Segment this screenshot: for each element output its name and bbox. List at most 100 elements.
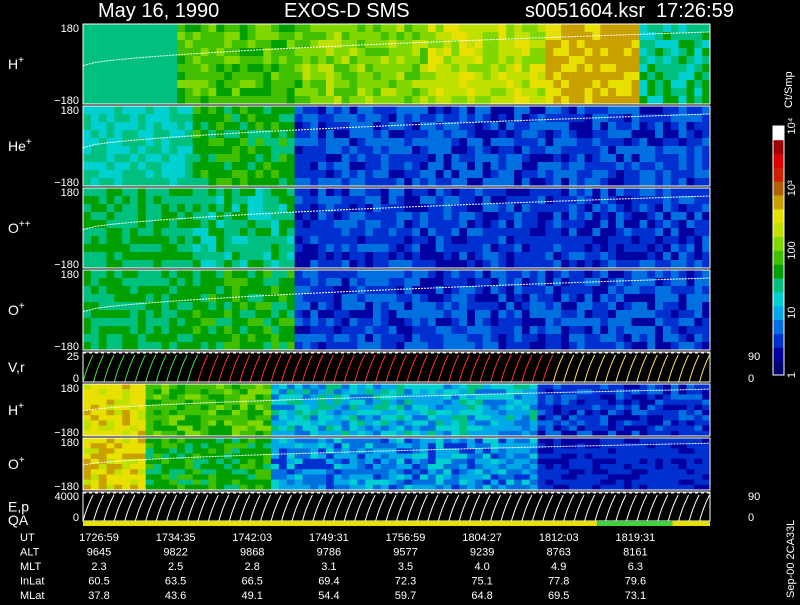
spectrogram-cell bbox=[671, 334, 679, 342]
spectrogram-cell bbox=[365, 212, 373, 220]
spectrogram-cell bbox=[498, 122, 506, 130]
spectrogram-cell bbox=[467, 474, 475, 480]
spectrogram-cell bbox=[632, 334, 640, 342]
spectrogram-cell bbox=[208, 162, 216, 170]
spectrogram-cell bbox=[616, 196, 624, 204]
spectrogram-cell bbox=[130, 286, 138, 294]
spectrogram-cell bbox=[545, 420, 553, 426]
spectrogram-cell bbox=[514, 474, 522, 480]
spectrogram-cell bbox=[491, 162, 499, 170]
spectrogram-cell bbox=[365, 318, 373, 326]
spectrogram-cell bbox=[271, 260, 279, 268]
spectrogram-cell bbox=[334, 410, 342, 416]
spectrogram-cell bbox=[216, 400, 224, 406]
spectrogram-cell bbox=[287, 138, 295, 146]
spectrogram-cell bbox=[138, 106, 146, 114]
spectrogram-cell bbox=[114, 130, 122, 138]
spectrogram-cell bbox=[451, 294, 459, 302]
spectrogram-cell bbox=[130, 474, 138, 480]
spectrogram-cell bbox=[702, 410, 710, 416]
spectrogram-cell bbox=[130, 146, 138, 154]
spectrogram-cell bbox=[248, 389, 256, 395]
spectrogram-cell bbox=[553, 204, 561, 212]
panel-label-sup: + bbox=[26, 137, 32, 148]
spectrogram-cell bbox=[373, 88, 381, 96]
spectrogram-cell bbox=[514, 415, 522, 421]
spectrogram-cell bbox=[271, 80, 279, 88]
spectrogram-cell bbox=[577, 106, 585, 114]
spectrogram-cell bbox=[608, 24, 616, 32]
spectrogram-cell bbox=[679, 448, 687, 454]
spectrogram-cell bbox=[83, 480, 91, 486]
spectrogram-cell bbox=[357, 260, 365, 268]
panel-label-base: H bbox=[8, 56, 18, 72]
spectrogram-cell bbox=[561, 318, 569, 326]
spectrogram-cell bbox=[647, 278, 655, 286]
spectrogram-cell bbox=[130, 244, 138, 252]
spectrogram-cell bbox=[498, 410, 506, 416]
spectrogram-cell bbox=[381, 80, 389, 88]
spectrogram-cell bbox=[608, 260, 616, 268]
spectrogram-cell bbox=[632, 426, 640, 432]
spectrogram-cell bbox=[561, 212, 569, 220]
spectrogram-cell bbox=[600, 410, 608, 416]
spectrogram-cell bbox=[694, 294, 702, 302]
spectrogram-cell bbox=[577, 244, 585, 252]
spectrogram-cell bbox=[530, 236, 538, 244]
spectrogram-cell bbox=[185, 32, 193, 40]
spectrogram-cell bbox=[428, 114, 436, 122]
spectrogram-cell bbox=[185, 40, 193, 48]
spectrogram-cell bbox=[365, 474, 373, 480]
spectrogram-cell bbox=[404, 469, 412, 475]
spectrogram-cell bbox=[224, 415, 232, 421]
spectrogram-cell bbox=[553, 178, 561, 186]
spectrogram-cell bbox=[350, 459, 358, 465]
spectrogram-cell bbox=[255, 170, 263, 178]
spectrogram-cell bbox=[381, 236, 389, 244]
spectrogram-cell bbox=[600, 459, 608, 465]
spectrogram-cell bbox=[475, 162, 483, 170]
spectrogram-cell bbox=[397, 448, 405, 454]
spectrogram-cell bbox=[577, 474, 585, 480]
spectrogram-cell bbox=[671, 178, 679, 186]
spectrogram-cell bbox=[545, 286, 553, 294]
spectrogram-cell bbox=[451, 438, 459, 444]
spectrogram-cell bbox=[412, 389, 420, 395]
spectrogram-cell bbox=[169, 384, 177, 390]
spectrogram-cell bbox=[357, 56, 365, 64]
spectrogram-cell bbox=[107, 260, 115, 268]
spectrogram-cell bbox=[412, 228, 420, 236]
spectrogram-cell bbox=[169, 469, 177, 475]
spectrogram-cell bbox=[310, 252, 318, 260]
spectrogram-cell bbox=[600, 212, 608, 220]
spectrogram-cell bbox=[444, 146, 452, 154]
spectrogram-cell bbox=[514, 64, 522, 72]
spectrogram-cell bbox=[232, 228, 240, 236]
spectrogram-cell bbox=[146, 318, 154, 326]
spectrogram-cell bbox=[122, 334, 130, 342]
spectrogram-cell bbox=[640, 154, 648, 162]
spectrogram-cell bbox=[522, 188, 530, 196]
spectrogram-cell bbox=[99, 438, 107, 444]
spectrogram-cell bbox=[201, 154, 209, 162]
spectrogram-cell bbox=[585, 72, 593, 80]
spectrogram-cell bbox=[506, 212, 514, 220]
spectrogram-cell bbox=[522, 228, 530, 236]
spectrogram-cell bbox=[161, 138, 169, 146]
spectrogram-cell bbox=[240, 334, 248, 342]
spectrogram-cell bbox=[592, 244, 600, 252]
spectrogram-cell bbox=[318, 154, 326, 162]
spectrogram-cell bbox=[122, 40, 130, 48]
spectrogram-cell bbox=[640, 56, 648, 64]
spectrogram-cell bbox=[514, 154, 522, 162]
spectrogram-cell bbox=[600, 24, 608, 32]
spectrogram-cell bbox=[326, 170, 334, 178]
spectrogram-cell bbox=[295, 188, 303, 196]
spectrogram-cell bbox=[687, 252, 695, 260]
spectrogram-cell bbox=[83, 170, 91, 178]
spectrogram-cell bbox=[334, 178, 342, 186]
spectrogram-cell bbox=[381, 220, 389, 228]
spectrogram-cell bbox=[624, 459, 632, 465]
spectrogram-cell bbox=[498, 454, 506, 460]
spectrogram-cell bbox=[138, 438, 146, 444]
